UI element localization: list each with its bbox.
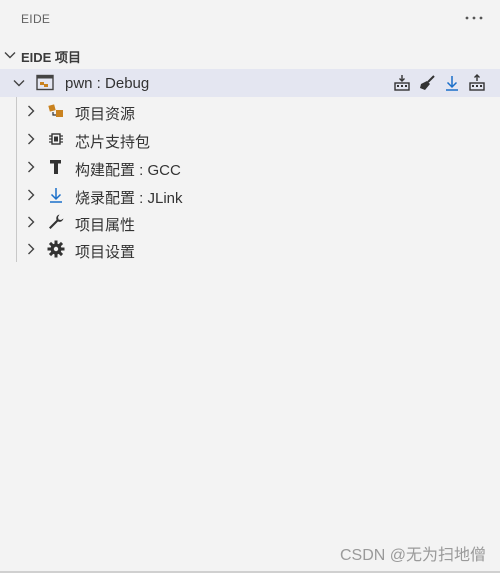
tree-item-label: 项目资源 [75,106,136,123]
chevron-right-icon[interactable] [24,188,38,202]
rebuild-icon[interactable] [467,73,486,92]
wrench-icon [47,213,65,231]
hammer-icon [47,158,65,176]
tree-item-label: 项目设置 [75,244,136,261]
tree-item-label: 烧录配置 : JLink [75,190,183,207]
chevron-down-icon [3,48,17,62]
panel-header: EIDE [0,0,500,40]
tree-item-label: 项目属性 [75,217,136,234]
chevron-right-icon[interactable] [24,215,38,229]
section-title: EIDE 项目 [21,50,81,65]
chevron-right-icon[interactable] [24,132,38,146]
eide-panel: EIDE EIDE 项目 pwn: Debug 项目资源 芯片支持包 构建配置… [0,0,500,573]
ellipsis-icon[interactable] [464,8,484,28]
download-icon[interactable] [442,73,461,92]
project-actions [392,73,486,93]
tree-item-label: 构建配置 : GCC [75,162,181,179]
tree-item-flash-config[interactable]: 烧录配置 : JLink [0,181,500,209]
chevron-right-icon[interactable] [24,242,38,256]
tree-item-label: 芯片支持包 [75,134,151,151]
chevron-right-icon[interactable] [24,160,38,174]
tree-item-project-properties[interactable]: 项目属性 [0,208,500,236]
chevron-down-icon[interactable] [12,76,26,90]
section-header-eide-project[interactable]: EIDE 项目 [0,44,500,66]
project-row-pwn[interactable]: pwn : Debug [0,69,500,97]
tree-item-chip-support-pack[interactable]: 芯片支持包 [0,125,500,153]
project-resources-icon [47,102,65,120]
tree-item-project-settings[interactable]: 项目设置 [0,235,500,263]
chevron-right-icon[interactable] [24,104,38,118]
project-window-icon [36,74,55,92]
build-icon[interactable] [392,73,411,92]
download-arrow-icon [47,186,65,204]
tree-item-project-resources[interactable]: 项目资源 [0,97,500,125]
watermark: CSDN @无为扫地僧 [339,547,486,564]
chip-icon [47,130,65,148]
tree-item-build-config[interactable]: 构建配置 : GCC [0,153,500,181]
panel-title: EIDE [21,12,51,26]
clean-broom-icon[interactable] [417,73,436,92]
project-label: pwn : Debug [65,75,150,92]
gear-icon [47,240,65,258]
